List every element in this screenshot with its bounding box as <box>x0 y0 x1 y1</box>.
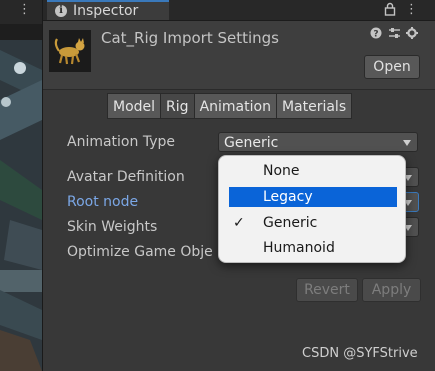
more-vert-icon[interactable]: ⋮ <box>405 2 418 17</box>
import-tabs: Model Rig Animation Materials <box>107 93 353 119</box>
menu-item-none[interactable]: None <box>229 161 397 181</box>
scene-view-strip[interactable]: ⋮ <box>0 0 43 371</box>
menu-item-generic[interactable]: ✓ Generic <box>229 213 397 233</box>
inspector-tab-bar: i Inspector ⋮ <box>43 0 435 21</box>
cat-preview-icon <box>54 38 85 65</box>
menu-item-humanoid[interactable]: Humanoid <box>229 238 397 258</box>
root-node-label: Root node <box>67 194 139 210</box>
apply-button[interactable]: Apply <box>362 278 421 302</box>
help-icon[interactable]: ? <box>370 27 382 43</box>
inspector-tab[interactable]: i Inspector <box>47 0 169 20</box>
page-title: Cat_Rig Import Settings <box>101 29 280 47</box>
animation-type-value: Generic <box>224 135 279 151</box>
checkmark-icon: ✓ <box>233 215 245 231</box>
tab-rig[interactable]: Rig <box>160 93 195 119</box>
animation-type-label: Animation Type <box>67 134 175 150</box>
scene-search-field[interactable] <box>0 24 42 41</box>
inspector-tab-label: Inspector <box>73 3 139 19</box>
revert-button[interactable]: Revert <box>296 278 358 302</box>
lock-icon[interactable] <box>384 2 396 20</box>
menu-item-legacy[interactable]: Legacy <box>229 187 397 207</box>
import-settings-header: Cat_Rig Import Settings ? Open <box>43 21 435 90</box>
tab-animation[interactable]: Animation <box>193 93 277 119</box>
menu-item-label: None <box>263 163 300 179</box>
svg-text:?: ? <box>373 30 378 40</box>
animation-type-dropdown[interactable]: Generic <box>218 132 418 152</box>
menu-item-label: Legacy <box>263 189 313 205</box>
scene-more-icon[interactable]: ⋮ <box>18 2 31 17</box>
watermark-text: CSDN @SYFStrive <box>302 346 418 361</box>
menu-item-label: Humanoid <box>263 240 335 256</box>
tab-materials[interactable]: Materials <box>275 93 353 119</box>
open-button[interactable]: Open <box>364 55 420 79</box>
menu-item-label: Generic <box>263 215 318 231</box>
info-icon: i <box>55 5 67 17</box>
model-thumbnail <box>49 30 91 72</box>
avatar-definition-label: Avatar Definition <box>67 169 185 185</box>
scene-render-image <box>0 40 42 371</box>
skin-weights-label: Skin Weights <box>67 219 158 235</box>
scene-toolbar: ⋮ <box>0 0 42 25</box>
animation-type-menu: None Legacy ✓ Generic Humanoid <box>218 155 406 263</box>
presets-icon[interactable] <box>388 27 401 43</box>
tab-model[interactable]: Model <box>107 93 162 119</box>
optimize-game-objects-label: Optimize Game Obje <box>67 244 213 260</box>
gear-icon[interactable] <box>406 27 418 43</box>
chevron-down-icon <box>403 140 411 146</box>
